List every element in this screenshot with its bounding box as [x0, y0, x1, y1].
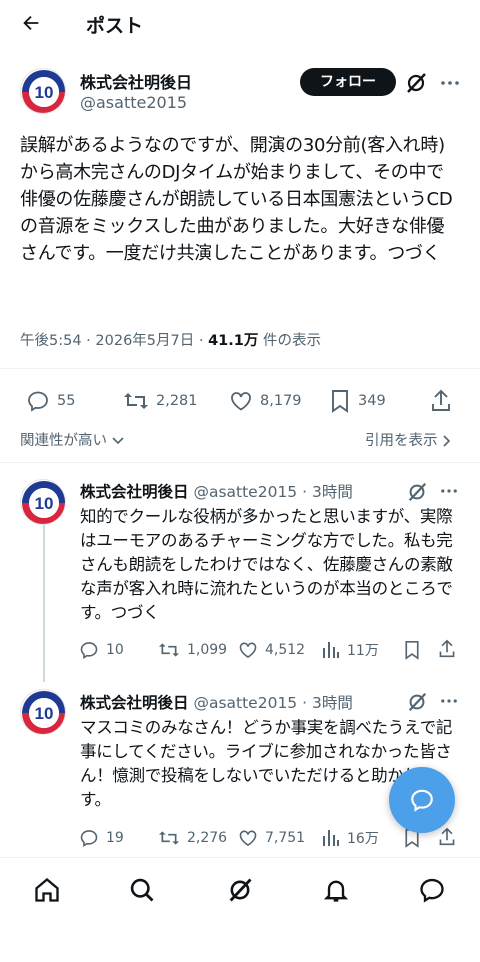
reply-icon: [26, 389, 50, 413]
grok-icon[interactable]: [404, 71, 428, 95]
like-count: 4,512: [265, 642, 306, 658]
post-meta: 午後5:54 · 2026年5月7日 · 41.1万 件の表示: [20, 329, 321, 350]
avatar[interactable]: 10: [20, 479, 66, 525]
compose-reply-button[interactable]: [389, 767, 455, 833]
repost-count: 2,276: [187, 830, 228, 846]
bookmark-button[interactable]: 349: [329, 389, 386, 413]
reply-count: 10: [106, 642, 124, 658]
reply-button[interactable]: 10: [79, 640, 124, 660]
views-icon: [322, 828, 340, 848]
sort-selector[interactable]: 関連性が高い: [20, 429, 124, 450]
repost-button[interactable]: 1,099: [158, 640, 227, 660]
avatar-number: 10: [35, 83, 54, 102]
like-count: 7,751: [265, 830, 306, 846]
back-arrow-icon[interactable]: [20, 12, 42, 34]
reply-icon: [79, 640, 99, 660]
compose-icon: [409, 787, 435, 813]
like-button[interactable]: 4,512: [238, 640, 305, 660]
reply-time[interactable]: · 3時間: [302, 483, 353, 501]
repost-count: 1,099: [187, 642, 228, 658]
views-count: 11万: [347, 643, 379, 659]
reply-button[interactable]: 19: [79, 828, 124, 848]
reply-author-name[interactable]: 株式会社明後日: [80, 483, 189, 501]
repost-count: 2,281: [156, 393, 198, 409]
home-icon[interactable]: [33, 876, 61, 904]
view-label: 件の表示: [258, 333, 321, 349]
avatar[interactable]: 10: [20, 689, 66, 735]
reply-text: 知的でクールな役柄が多かったと思いますが、実際はユーモアのあるチャーミングな方で…: [80, 507, 453, 622]
chevron-right-icon: [442, 435, 452, 447]
grok-icon[interactable]: [226, 876, 254, 904]
grok-icon[interactable]: [406, 691, 428, 713]
share-icon[interactable]: [438, 639, 456, 659]
like-icon: [238, 640, 258, 660]
grok-icon[interactable]: [406, 481, 428, 503]
page-title: ポスト: [86, 15, 144, 37]
reply-count: 55: [57, 393, 76, 409]
reply-header: 株式会社明後日 @asatte2015 · 3時間: [80, 691, 353, 713]
view-count: 41.1万: [208, 333, 259, 349]
reply-handle[interactable]: @asatte2015: [193, 694, 297, 712]
bookmark-count: 349: [358, 393, 386, 409]
share-icon[interactable]: [430, 389, 452, 413]
more-icon[interactable]: [440, 693, 458, 709]
chevron-down-icon: [112, 436, 124, 446]
bookmark-icon[interactable]: [403, 640, 421, 660]
like-button[interactable]: 7,751: [238, 828, 305, 848]
divider: [0, 462, 480, 463]
search-icon[interactable]: [128, 876, 156, 904]
top-header: ポスト: [0, 0, 480, 50]
reply-handle[interactable]: @asatte2015: [193, 483, 297, 501]
divider: [0, 368, 480, 369]
like-button[interactable]: 8,179: [229, 389, 302, 413]
reply-count: 19: [106, 830, 124, 846]
author-name[interactable]: 株式会社明後日: [80, 69, 192, 93]
views-count: 16万: [347, 831, 379, 847]
share-icon[interactable]: [438, 827, 456, 847]
thread-line: [43, 520, 45, 682]
reply-time[interactable]: · 3時間: [302, 694, 353, 712]
views-button[interactable]: 11万: [322, 640, 379, 660]
messages-icon[interactable]: [418, 876, 446, 904]
sort-label: 関連性が高い: [20, 433, 107, 449]
repost-icon: [158, 640, 180, 660]
avatar-number: 10: [35, 494, 54, 513]
view-quotes-link[interactable]: 引用を表示: [365, 429, 452, 450]
avatar[interactable]: 10: [20, 68, 66, 114]
bottom-nav: [0, 857, 480, 962]
more-icon[interactable]: [440, 483, 458, 499]
quote-label: 引用を表示: [365, 433, 438, 449]
repost-icon: [123, 389, 149, 413]
repost-icon: [158, 828, 180, 848]
repost-button[interactable]: 2,276: [158, 828, 227, 848]
post-time[interactable]: 午後5:54 · 2026年5月7日 ·: [20, 333, 208, 349]
repost-button[interactable]: 2,281: [123, 389, 198, 413]
like-icon: [229, 389, 253, 413]
author-handle[interactable]: @asatte2015: [80, 93, 187, 112]
like-count: 8,179: [260, 393, 302, 409]
follow-button[interactable]: フォロー: [300, 68, 396, 96]
reply-author-name[interactable]: 株式会社明後日: [80, 694, 189, 712]
reply-button[interactable]: 55: [26, 389, 75, 413]
avatar-number: 10: [35, 704, 54, 723]
bookmark-icon: [329, 389, 351, 413]
reply-header: 株式会社明後日 @asatte2015 · 3時間: [80, 480, 353, 502]
notifications-icon[interactable]: [322, 876, 350, 904]
like-icon: [238, 828, 258, 848]
reply-icon: [79, 828, 99, 848]
post-text: 誤解があるようなのですが、開演の30分前(客入れ時)から高木完さんのDJタイムが…: [20, 135, 453, 264]
views-button[interactable]: 16万: [322, 828, 379, 848]
views-icon: [322, 640, 340, 660]
more-icon[interactable]: [440, 74, 460, 92]
